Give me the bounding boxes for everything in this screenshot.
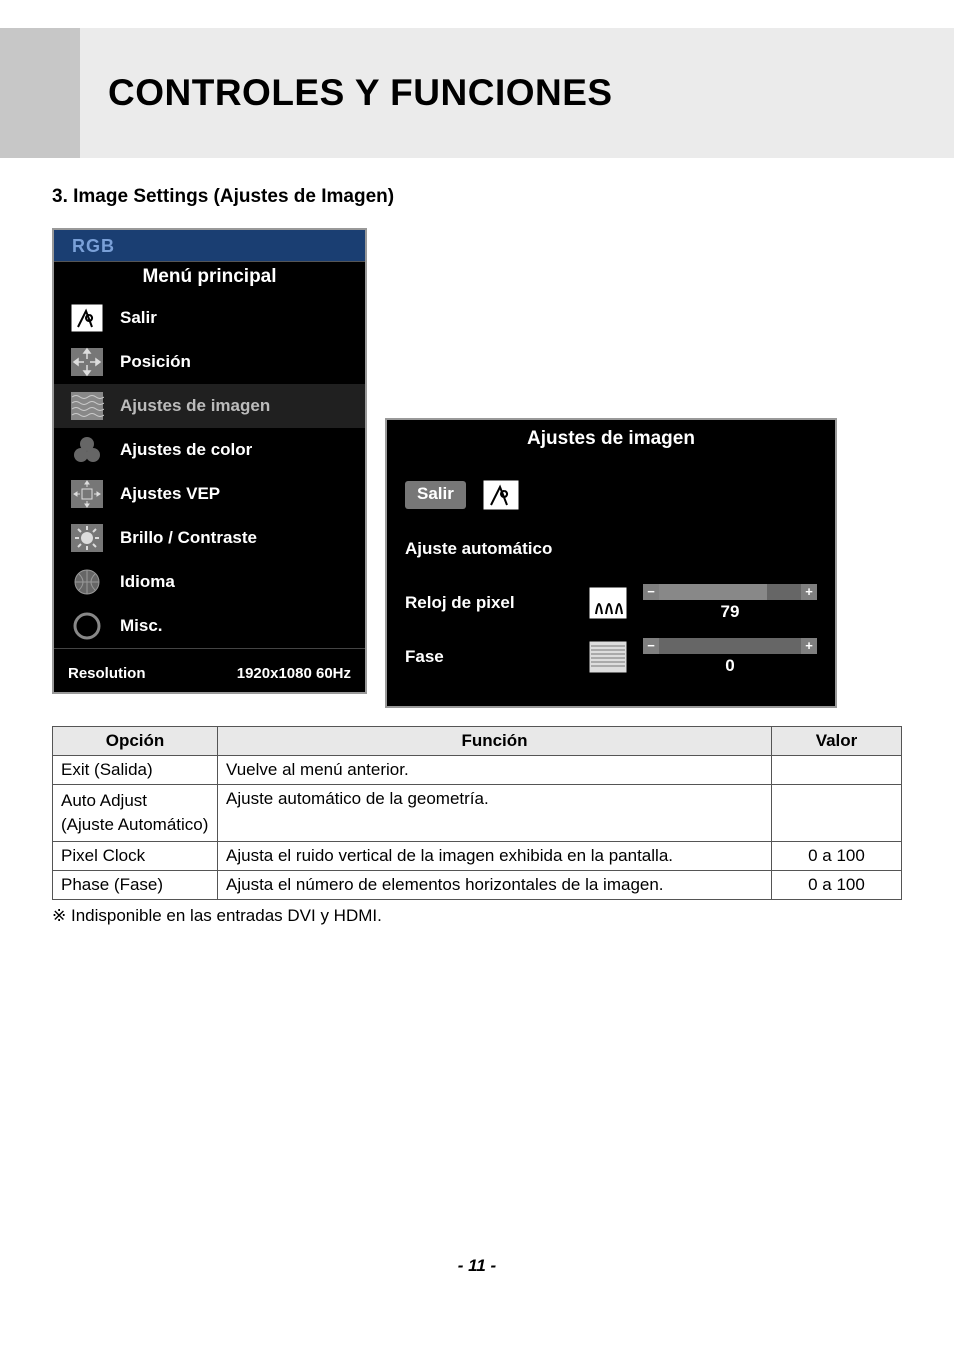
table-header-row: Opción Función Valor (53, 727, 902, 756)
menu-item-language[interactable]: Idioma (54, 560, 365, 604)
menu-item-label: Brillo / Contraste (120, 528, 257, 548)
table-row: Pixel Clock Ajusta el ruido vertical de … (53, 841, 902, 870)
slider-minus-icon[interactable]: − (643, 584, 659, 600)
exit-label: Salir (405, 481, 466, 509)
phase-label: Fase (405, 647, 573, 667)
slider-plus-icon[interactable]: + (801, 584, 817, 600)
th-option: Opción (53, 727, 218, 756)
section-heading: 3. Image Settings (Ajustes de Imagen) (52, 186, 902, 208)
menu-item-misc[interactable]: Misc. (54, 604, 365, 648)
osd-sub-menu: Ajustes de imagen Salir Ajuste automátic… (385, 418, 837, 708)
vep-icon (68, 477, 106, 511)
sub-item-pixel-clock[interactable]: Reloj de pixel − + 79 (405, 576, 817, 630)
osd-main-title: Menú principal (54, 262, 365, 296)
cell-option: Pixel Clock (53, 841, 218, 870)
pixel-clock-label: Reloj de pixel (405, 593, 573, 613)
menu-item-label: Ajustes de imagen (120, 396, 270, 416)
menu-item-position[interactable]: Posición (54, 340, 365, 384)
table-row: Auto Adjust(Ajuste Automático) Ajuste au… (53, 785, 902, 842)
cell-value: 0 a 100 (772, 841, 902, 870)
cell-function: Ajusta el número de elementos horizontal… (218, 870, 772, 899)
options-table: Opción Función Valor Exit (Salida) Vuelv… (52, 726, 902, 900)
input-mode-label: RGB (72, 236, 347, 257)
phase-icon (587, 639, 629, 675)
cell-function: Vuelve al menú anterior. (218, 756, 772, 785)
resolution-label: Resolution (68, 665, 146, 682)
phase-slider[interactable]: − + 0 (643, 638, 817, 676)
osd-menu-list: Salir Posición (54, 296, 365, 648)
sub-item-exit[interactable]: Salir (405, 468, 817, 522)
table-row: Exit (Salida) Vuelve al menú anterior. (53, 756, 902, 785)
cell-option: Auto Adjust(Ajuste Automático) (53, 785, 218, 842)
cell-function: Ajusta el ruido vertical de la imagen ex… (218, 841, 772, 870)
menu-item-color-settings[interactable]: Ajustes de color (54, 428, 365, 472)
color-settings-icon (68, 433, 106, 467)
page-title: CONTROLES Y FUNCIONES (108, 72, 613, 114)
language-icon (68, 565, 106, 599)
image-settings-icon (68, 389, 106, 423)
cell-value: 0 a 100 (772, 870, 902, 899)
header-accent-box (0, 28, 80, 158)
menu-item-brightness-contrast[interactable]: Brillo / Contraste (54, 516, 365, 560)
pixel-clock-slider[interactable]: − + 79 (643, 584, 817, 622)
osd-status-bar: Resolution 1920x1080 60Hz (54, 648, 365, 692)
cell-option: Phase (Fase) (53, 870, 218, 899)
cell-function: Ajuste automático de la geometría. (218, 785, 772, 842)
brightness-icon (68, 521, 106, 555)
page-number: - 11 - (52, 1256, 902, 1306)
menu-item-exit[interactable]: Salir (54, 296, 365, 340)
th-value: Valor (772, 727, 902, 756)
osd-sub-title: Ajustes de imagen (387, 420, 835, 458)
footnote: ※ Indisponible en las entradas DVI y HDM… (52, 906, 902, 926)
menu-item-label: Salir (120, 308, 157, 328)
cell-option: Exit (Salida) (53, 756, 218, 785)
cell-value (772, 756, 902, 785)
slider-plus-icon[interactable]: + (801, 638, 817, 654)
sub-item-phase[interactable]: Fase − (405, 630, 817, 684)
menu-item-label: Ajustes de color (120, 440, 252, 460)
table-row: Phase (Fase) Ajusta el número de element… (53, 870, 902, 899)
th-function: Función (218, 727, 772, 756)
pixel-clock-icon (587, 585, 629, 621)
osd-main-menu: RGB Menú principal Salir Posición (52, 228, 367, 694)
slider-minus-icon[interactable]: − (643, 638, 659, 654)
resolution-value: 1920x1080 60Hz (237, 665, 351, 682)
position-icon (68, 345, 106, 379)
header-title-box: CONTROLES Y FUNCIONES (80, 28, 954, 158)
header-band: CONTROLES Y FUNCIONES (0, 28, 954, 158)
menu-item-vep-settings[interactable]: Ajustes VEP (54, 472, 365, 516)
menu-item-label: Idioma (120, 572, 175, 592)
phase-value: 0 (725, 656, 734, 676)
sub-item-auto-adjust[interactable]: Ajuste automático (405, 522, 817, 576)
auto-adjust-label: Ajuste automático (405, 539, 573, 559)
osd-main-header: RGB (54, 230, 365, 262)
exit-icon (68, 301, 106, 335)
cell-value (772, 785, 902, 842)
exit-icon (480, 477, 522, 513)
menu-item-label: Ajustes VEP (120, 484, 220, 504)
menu-item-label: Posición (120, 352, 191, 372)
pixel-clock-value: 79 (721, 602, 740, 622)
menu-item-label: Misc. (120, 616, 163, 636)
menu-item-image-settings[interactable]: Ajustes de imagen (54, 384, 365, 428)
misc-icon (68, 609, 106, 643)
